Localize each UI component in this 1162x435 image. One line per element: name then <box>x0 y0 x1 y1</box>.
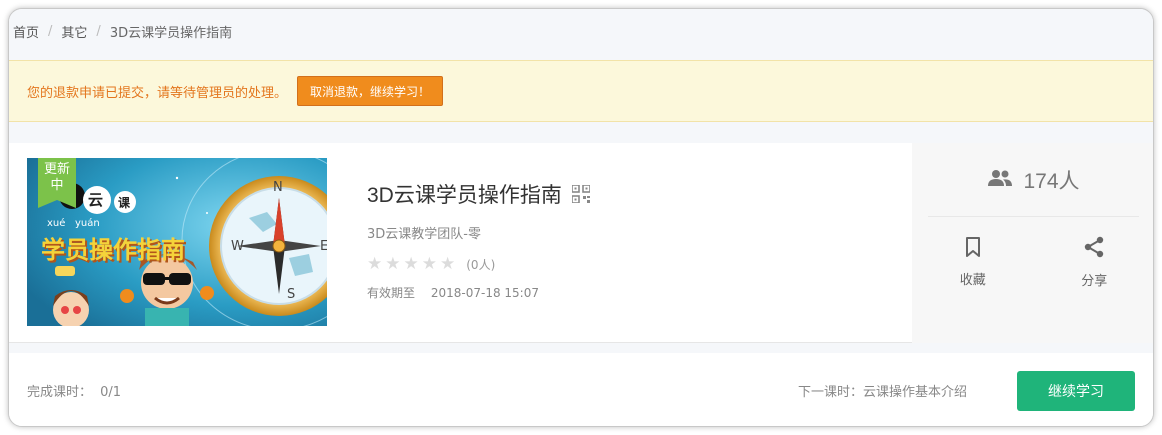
cover-cloud-text: 云 <box>88 191 104 209</box>
course-cover-image[interactable]: N E W S . <box>27 158 327 326</box>
expiry-label: 有效期至 <box>367 286 416 300</box>
refund-notice: 您的退款申请已提交，请等待管理员的处理。 取消退款，继续学习！ <box>9 60 1153 122</box>
star-icon: ★ <box>403 254 419 274</box>
course-card: N E W S . <box>9 143 1154 343</box>
expiry-date: 2018-07-18 15:07 <box>430 286 539 300</box>
lesson-progress: 完成课时： 0/1 <box>27 381 121 400</box>
members-count: 174人 <box>1023 169 1080 193</box>
share-label: 分享 <box>1081 273 1108 289</box>
favorite-label: 收藏 <box>959 272 986 288</box>
cover-lesson-text: 课 <box>118 196 131 210</box>
breadcrumb-category[interactable]: 其它 <box>61 22 87 41</box>
share-button[interactable]: 分享 <box>1034 217 1154 307</box>
course-rating: ★ ★ ★ ★ ★ (0人) <box>367 254 590 274</box>
svg-text:E: E <box>320 239 327 254</box>
course-footer: 完成课时： 0/1 下一课时：云课操作基本介绍 继续学习 <box>9 353 1153 426</box>
progress-value: 0/1 <box>100 385 122 400</box>
course-expiry: 有效期至 2018-07-18 15:07 <box>367 284 590 301</box>
qr-code-icon[interactable] <box>571 184 591 204</box>
member-count: 174人 <box>928 143 1139 217</box>
star-icon: ★ <box>440 254 456 274</box>
breadcrumb-home[interactable]: 首页 <box>13 22 39 41</box>
favorite-button[interactable]: 收藏 <box>912 217 1034 307</box>
star-icon: ★ <box>367 254 383 274</box>
course-title[interactable]: 3D云课学员操作指南 <box>367 179 562 209</box>
refund-notice-text: 您的退款申请已提交，请等待管理员的处理。 <box>27 85 288 101</box>
breadcrumb-separator: / <box>48 23 53 39</box>
svg-text:S: S <box>287 287 295 302</box>
continue-learning-button[interactable]: 继续学习 <box>1017 370 1135 411</box>
users-icon <box>987 169 1013 191</box>
bookmark-icon <box>965 236 981 261</box>
course-side-panel: 174人 收藏 分享 <box>912 143 1154 343</box>
breadcrumb: 首页 / 其它 / 3D云课学员操作指南 <box>9 9 1153 53</box>
cover-pinyin-xue: xué <box>47 218 66 229</box>
cancel-refund-button[interactable]: 取消退款，继续学习！ <box>297 76 444 106</box>
course-info: 3D云课学员操作指南 3D云课教学团队-零 ★ ★ ★ ★ ★ (0人) 有效期… <box>367 179 591 301</box>
course-page: 首页 / 其它 / 3D云课学员操作指南 您的退款申请已提交，请等待管理员的处理… <box>8 8 1154 427</box>
svg-text:W: W <box>231 239 244 254</box>
course-teacher[interactable]: 3D云课教学团队-零 <box>367 223 590 242</box>
star-icon: ★ <box>385 254 401 274</box>
cover-pinyin-yuan: yuán <box>75 218 100 229</box>
cover-headline: 学员操作指南 <box>41 236 185 264</box>
breadcrumb-separator: / <box>96 23 101 39</box>
next-lesson-link[interactable]: 下一课时：云课操作基本介绍 <box>798 381 967 400</box>
rating-count: (0人) <box>466 257 496 272</box>
star-icon: ★ <box>421 254 437 274</box>
share-icon <box>1083 236 1105 262</box>
progress-label: 完成课时： <box>27 385 93 400</box>
breadcrumb-current: 3D云课学员操作指南 <box>109 25 233 41</box>
svg-text:N: N <box>273 180 283 195</box>
